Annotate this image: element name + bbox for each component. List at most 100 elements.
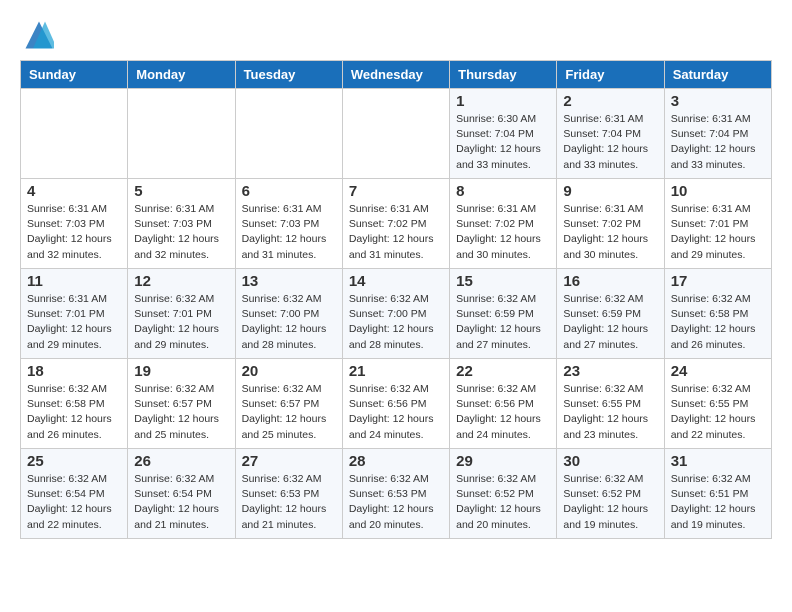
day-info: Sunrise: 6:31 AM Sunset: 7:01 PM Dayligh… xyxy=(671,202,765,263)
day-number: 5 xyxy=(134,183,228,200)
calendar-cell: 5 Sunrise: 6:31 AM Sunset: 7:03 PM Daylig… xyxy=(128,179,235,269)
calendar-cell: 11 Sunrise: 6:31 AM Sunset: 7:01 PM Dayli… xyxy=(21,269,128,359)
day-info: Sunrise: 6:30 AM Sunset: 7:04 PM Dayligh… xyxy=(456,112,550,173)
day-info: Sunrise: 6:32 AM Sunset: 6:57 PM Dayligh… xyxy=(242,382,336,443)
day-info: Sunrise: 6:32 AM Sunset: 7:00 PM Dayligh… xyxy=(349,292,443,353)
day-number: 26 xyxy=(134,453,228,470)
calendar-cell: 25 Sunrise: 6:32 AM Sunset: 6:54 PM Dayli… xyxy=(21,449,128,539)
day-number: 23 xyxy=(563,363,657,380)
day-number: 24 xyxy=(671,363,765,380)
day-number: 15 xyxy=(456,273,550,290)
day-header-monday: Monday xyxy=(128,61,235,89)
calendar-cell: 1 Sunrise: 6:30 AM Sunset: 7:04 PM Daylig… xyxy=(450,89,557,179)
day-number: 11 xyxy=(27,273,121,290)
calendar-cell: 21 Sunrise: 6:32 AM Sunset: 6:56 PM Dayli… xyxy=(342,359,449,449)
day-header-saturday: Saturday xyxy=(664,61,771,89)
day-info: Sunrise: 6:32 AM Sunset: 6:56 PM Dayligh… xyxy=(349,382,443,443)
day-info: Sunrise: 6:32 AM Sunset: 6:55 PM Dayligh… xyxy=(671,382,765,443)
calendar-cell: 4 Sunrise: 6:31 AM Sunset: 7:03 PM Daylig… xyxy=(21,179,128,269)
page-header xyxy=(20,20,772,50)
calendar-cell: 26Sunrise: 6:32 AM Sunset: 6:54 PM Dayli… xyxy=(128,449,235,539)
calendar-cell xyxy=(21,89,128,179)
day-number: 19 xyxy=(134,363,228,380)
day-info: Sunrise: 6:32 AM Sunset: 6:56 PM Dayligh… xyxy=(456,382,550,443)
logo-icon xyxy=(24,20,54,50)
calendar-cell: 6Sunrise: 6:31 AM Sunset: 7:03 PM Daylig… xyxy=(235,179,342,269)
day-info: Sunrise: 6:32 AM Sunset: 6:52 PM Dayligh… xyxy=(563,472,657,533)
day-info: Sunrise: 6:31 AM Sunset: 7:03 PM Dayligh… xyxy=(242,202,336,263)
day-info: Sunrise: 6:32 AM Sunset: 6:58 PM Dayligh… xyxy=(671,292,765,353)
calendar-cell: 7Sunrise: 6:31 AM Sunset: 7:02 PM Daylig… xyxy=(342,179,449,269)
calendar-cell: 8 Sunrise: 6:31 AM Sunset: 7:02 PM Daylig… xyxy=(450,179,557,269)
calendar-cell xyxy=(342,89,449,179)
day-info: Sunrise: 6:32 AM Sunset: 6:59 PM Dayligh… xyxy=(456,292,550,353)
calendar-cell: 28 Sunrise: 6:32 AM Sunset: 6:53 PM Dayli… xyxy=(342,449,449,539)
day-number: 25 xyxy=(27,453,121,470)
day-info: Sunrise: 6:32 AM Sunset: 7:01 PM Dayligh… xyxy=(134,292,228,353)
calendar-cell: 15 Sunrise: 6:32 AM Sunset: 6:59 PM Dayli… xyxy=(450,269,557,359)
day-number: 22 xyxy=(456,363,550,380)
day-number: 27 xyxy=(242,453,336,470)
day-info: Sunrise: 6:31 AM Sunset: 7:02 PM Dayligh… xyxy=(563,202,657,263)
day-info: Sunrise: 6:31 AM Sunset: 7:03 PM Dayligh… xyxy=(27,202,121,263)
day-number: 21 xyxy=(349,363,443,380)
day-header-tuesday: Tuesday xyxy=(235,61,342,89)
calendar-cell: 12 Sunrise: 6:32 AM Sunset: 7:01 PM Dayli… xyxy=(128,269,235,359)
day-number: 29 xyxy=(456,453,550,470)
calendar-cell xyxy=(235,89,342,179)
day-number: 13 xyxy=(242,273,336,290)
day-number: 20 xyxy=(242,363,336,380)
day-header-sunday: Sunday xyxy=(21,61,128,89)
calendar-cell: 16 Sunrise: 6:32 AM Sunset: 6:59 PM Dayli… xyxy=(557,269,664,359)
logo xyxy=(20,20,54,50)
day-info: Sunrise: 6:31 AM Sunset: 7:04 PM Dayligh… xyxy=(563,112,657,173)
day-info: Sunrise: 6:32 AM Sunset: 6:54 PM Dayligh… xyxy=(27,472,121,533)
day-number: 18 xyxy=(27,363,121,380)
day-info: Sunrise: 6:31 AM Sunset: 7:04 PM Dayligh… xyxy=(671,112,765,173)
day-number: 16 xyxy=(563,273,657,290)
day-header-friday: Friday xyxy=(557,61,664,89)
calendar-cell: 27 Sunrise: 6:32 AM Sunset: 6:53 PM Dayli… xyxy=(235,449,342,539)
calendar-cell: 29 Sunrise: 6:32 AM Sunset: 6:52 PM Dayli… xyxy=(450,449,557,539)
day-info: Sunrise: 6:32 AM Sunset: 6:58 PM Dayligh… xyxy=(27,382,121,443)
day-number: 8 xyxy=(456,183,550,200)
day-info: Sunrise: 6:32 AM Sunset: 6:53 PM Dayligh… xyxy=(242,472,336,533)
day-info: Sunrise: 6:32 AM Sunset: 6:53 PM Dayligh… xyxy=(349,472,443,533)
calendar-cell: 31 Sunrise: 6:32 AM Sunset: 6:51 PM Dayli… xyxy=(664,449,771,539)
day-number: 12 xyxy=(134,273,228,290)
day-number: 2 xyxy=(563,93,657,110)
calendar-cell xyxy=(128,89,235,179)
day-info: Sunrise: 6:32 AM Sunset: 6:52 PM Dayligh… xyxy=(456,472,550,533)
calendar-cell: 9Sunrise: 6:31 AM Sunset: 7:02 PM Daylig… xyxy=(557,179,664,269)
calendar-cell: 20 Sunrise: 6:32 AM Sunset: 6:57 PM Dayli… xyxy=(235,359,342,449)
day-info: Sunrise: 6:31 AM Sunset: 7:01 PM Dayligh… xyxy=(27,292,121,353)
calendar-cell: 2 Sunrise: 6:31 AM Sunset: 7:04 PM Daylig… xyxy=(557,89,664,179)
day-number: 1 xyxy=(456,93,550,110)
calendar-cell: 23Sunrise: 6:32 AM Sunset: 6:55 PM Dayli… xyxy=(557,359,664,449)
day-number: 3 xyxy=(671,93,765,110)
calendar-cell: 30 Sunrise: 6:32 AM Sunset: 6:52 PM Dayli… xyxy=(557,449,664,539)
calendar-cell: 3 Sunrise: 6:31 AM Sunset: 7:04 PM Daylig… xyxy=(664,89,771,179)
day-number: 17 xyxy=(671,273,765,290)
day-header-wednesday: Wednesday xyxy=(342,61,449,89)
day-number: 14 xyxy=(349,273,443,290)
day-number: 28 xyxy=(349,453,443,470)
day-header-thursday: Thursday xyxy=(450,61,557,89)
day-info: Sunrise: 6:32 AM Sunset: 6:57 PM Dayligh… xyxy=(134,382,228,443)
calendar-table: SundayMondayTuesdayWednesdayThursdayFrid… xyxy=(20,60,772,539)
day-number: 30 xyxy=(563,453,657,470)
day-number: 7 xyxy=(349,183,443,200)
day-info: Sunrise: 6:32 AM Sunset: 7:00 PM Dayligh… xyxy=(242,292,336,353)
calendar-cell: 22 Sunrise: 6:32 AM Sunset: 6:56 PM Dayli… xyxy=(450,359,557,449)
calendar-cell: 10 Sunrise: 6:31 AM Sunset: 7:01 PM Dayli… xyxy=(664,179,771,269)
day-info: Sunrise: 6:31 AM Sunset: 7:02 PM Dayligh… xyxy=(456,202,550,263)
calendar-cell: 18 Sunrise: 6:32 AM Sunset: 6:58 PM Dayli… xyxy=(21,359,128,449)
day-info: Sunrise: 6:32 AM Sunset: 6:51 PM Dayligh… xyxy=(671,472,765,533)
calendar-cell: 14 Sunrise: 6:32 AM Sunset: 7:00 PM Dayli… xyxy=(342,269,449,359)
day-number: 31 xyxy=(671,453,765,470)
day-info: Sunrise: 6:31 AM Sunset: 7:03 PM Dayligh… xyxy=(134,202,228,263)
day-info: Sunrise: 6:32 AM Sunset: 6:59 PM Dayligh… xyxy=(563,292,657,353)
calendar-cell: 13 Sunrise: 6:32 AM Sunset: 7:00 PM Dayli… xyxy=(235,269,342,359)
day-number: 10 xyxy=(671,183,765,200)
day-number: 4 xyxy=(27,183,121,200)
